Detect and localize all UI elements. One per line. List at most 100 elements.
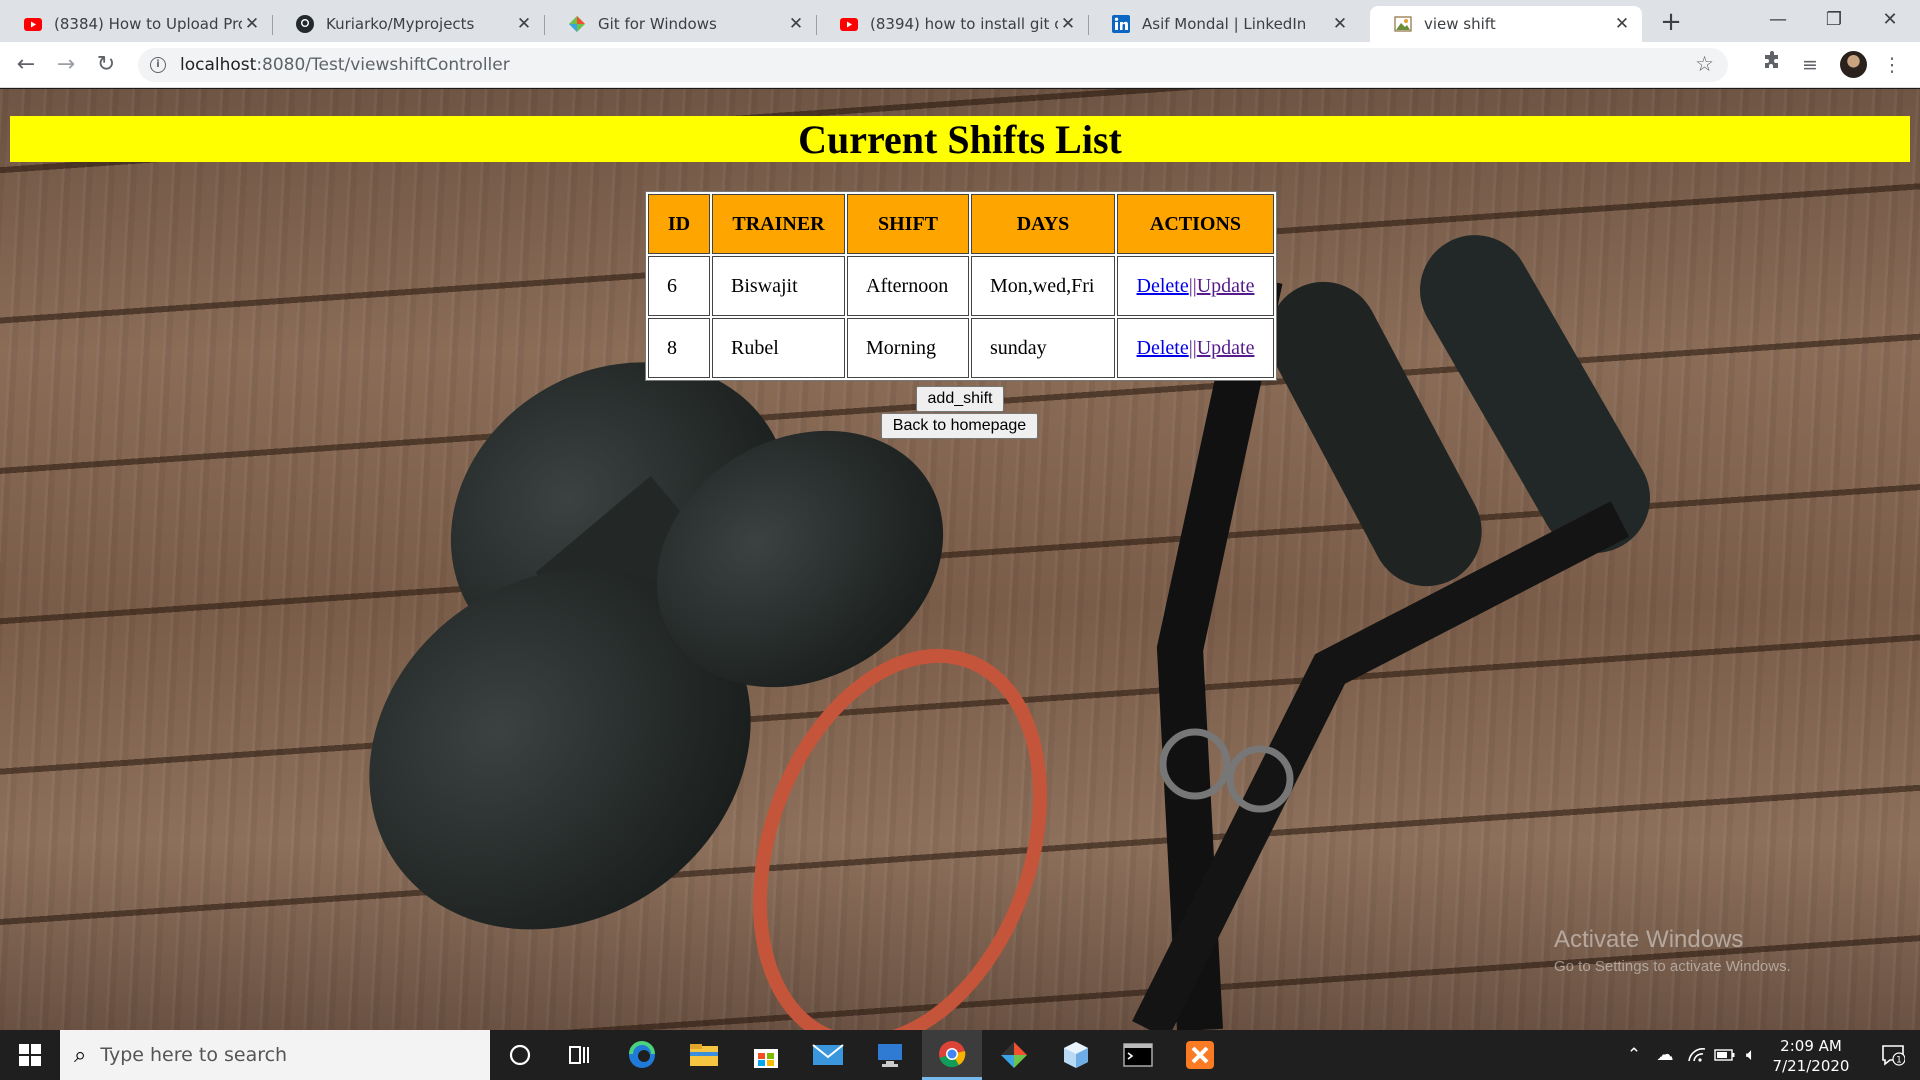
page-banner: Current Shifts List (10, 116, 1910, 162)
notification-center-icon[interactable]: 1 (1866, 1030, 1920, 1080)
table-header-row: ID TRAINER SHIFT DAYS ACTIONS (648, 194, 1274, 254)
close-tab-icon[interactable]: ✕ (1058, 14, 1078, 34)
git-icon[interactable] (984, 1030, 1044, 1080)
tab-title: Asif Mondal | LinkedIn (1142, 15, 1307, 33)
page-viewport: Current Shifts List ID TRAINER SHIFT DAY… (0, 89, 1920, 1030)
close-window-icon[interactable]: ✕ (1862, 0, 1918, 42)
browser-tab[interactable]: Kuriarko/Myprojects ✕ (272, 6, 545, 42)
browser-tab[interactable]: (8394) how to install git on w ✕ (816, 6, 1089, 42)
search-icon: ⌕ (74, 1042, 87, 1068)
browser-menu-icon[interactable]: ⋮ (1878, 51, 1906, 79)
table-row: 8 Rubel Morning sunday Delete||Update (648, 318, 1274, 378)
taskbar-search-box[interactable]: ⌕ Type here to search (60, 1030, 490, 1080)
cell-trainer: Biswajit (712, 256, 845, 316)
linkedin-icon (1112, 15, 1130, 33)
windows-start-icon[interactable] (0, 1030, 60, 1080)
cortana-icon[interactable] (490, 1030, 550, 1080)
restore-icon[interactable]: ❐ (1806, 0, 1862, 42)
microsoft-store-icon[interactable] (736, 1030, 796, 1080)
cell-shift: Morning (847, 318, 969, 378)
url-host: localhost (180, 55, 257, 75)
column-header-shift: SHIFT (847, 194, 969, 254)
activate-windows-watermark: Activate Windows Go to Settings to activ… (1554, 926, 1791, 975)
action-separator: || (1188, 336, 1197, 359)
minimize-icon[interactable]: — (1750, 0, 1806, 42)
tab-title: (8384) How to Upload Projec (54, 15, 242, 33)
tray-chevron-up-icon[interactable]: ⌃ (1622, 1030, 1646, 1080)
xampp-icon[interactable] (1170, 1030, 1230, 1080)
cell-shift: Afternoon (847, 256, 969, 316)
forward-arrow-icon[interactable]: → (52, 51, 80, 79)
search-placeholder: Type here to search (100, 1044, 288, 1066)
command-prompt-icon[interactable] (1108, 1030, 1168, 1080)
cell-id: 8 (648, 318, 710, 378)
extensions-puzzle-icon[interactable] (1758, 51, 1786, 79)
virtualbox-cube-icon[interactable] (1046, 1030, 1106, 1080)
close-tab-icon[interactable]: ✕ (786, 14, 806, 34)
tab-title: view shift (1424, 15, 1496, 33)
watermark-title: Activate Windows (1554, 926, 1744, 953)
browser-tab-strip: (8384) How to Upload Projec ✕ Kuriarko/M… (0, 0, 1920, 42)
notification-count: 1 (1896, 1056, 1902, 1066)
close-tab-icon[interactable]: ✕ (514, 14, 534, 34)
new-tab-icon[interactable]: + (1656, 8, 1686, 38)
browser-toolbar: ← → ↻ i localhost:8080/Test/viewshiftCon… (0, 42, 1920, 88)
url-path: :8080/Test/viewshiftController (256, 55, 510, 75)
task-view-icon[interactable] (550, 1030, 610, 1080)
edge-browser-icon[interactable] (612, 1030, 672, 1080)
back-arrow-icon[interactable]: ← (12, 51, 40, 79)
profile-avatar[interactable] (1840, 51, 1867, 78)
add-shift-button[interactable]: add_shift (916, 386, 1004, 412)
youtube-icon (840, 15, 858, 33)
tab-title: (8394) how to install git on w (870, 15, 1058, 33)
cell-id: 6 (648, 256, 710, 316)
browser-tab-active[interactable]: view shift ✕ (1370, 6, 1642, 42)
update-link[interactable]: Update (1197, 337, 1255, 359)
cell-actions: Delete||Update (1117, 318, 1274, 378)
close-tab-icon[interactable]: ✕ (1330, 14, 1350, 34)
remote-desktop-icon[interactable] (860, 1030, 920, 1080)
page-favicon-icon (1394, 15, 1412, 33)
browser-tab[interactable]: (8384) How to Upload Projec ✕ (0, 6, 273, 42)
close-tab-icon[interactable]: ✕ (1612, 14, 1632, 34)
cell-trainer: Rubel (712, 318, 845, 378)
action-separator: || (1188, 274, 1197, 297)
media-queue-icon[interactable]: ≡ (1796, 51, 1824, 79)
delete-link[interactable]: Delete (1137, 275, 1189, 297)
onedrive-cloud-icon[interactable]: ☁ (1652, 1030, 1678, 1080)
site-info-icon[interactable]: i (150, 57, 166, 73)
clock-time: 2:09 AM (1780, 1037, 1842, 1055)
git-for-windows-icon (568, 15, 586, 33)
reload-icon[interactable]: ↻ (92, 51, 120, 79)
mail-icon[interactable] (798, 1030, 858, 1080)
battery-icon[interactable] (1712, 1030, 1738, 1080)
cell-actions: Delete||Update (1117, 256, 1274, 316)
taskbar-clock[interactable]: 2:09 AM 7/21/2020 (1756, 1036, 1866, 1076)
column-header-actions: ACTIONS (1117, 194, 1274, 254)
cell-days: Mon,wed,Fri (971, 256, 1115, 316)
github-icon (296, 15, 314, 33)
column-header-id: ID (648, 194, 710, 254)
close-tab-icon[interactable]: ✕ (242, 14, 262, 34)
clock-date: 7/21/2020 (1772, 1057, 1850, 1075)
browser-tab[interactable]: Git for Windows ✕ (544, 6, 817, 42)
column-header-trainer: TRAINER (712, 194, 845, 254)
watermark-subtitle: Go to Settings to activate Windows. (1554, 958, 1791, 975)
delete-link[interactable]: Delete (1137, 337, 1189, 359)
browser-tab[interactable]: Asif Mondal | LinkedIn ✕ (1088, 6, 1360, 42)
url-text[interactable]: localhost:8080/Test/viewshiftController (180, 55, 510, 75)
column-header-days: DAYS (971, 194, 1115, 254)
page-title: Current Shifts List (798, 116, 1122, 162)
tab-title: Git for Windows (598, 15, 717, 33)
windows-taskbar: ⌕ Type here to search ⌃ ☁ 🔈︎ 2:09 AM 7/2… (0, 1030, 1920, 1080)
tab-title: Kuriarko/Myprojects (326, 15, 475, 33)
chrome-icon[interactable] (922, 1030, 982, 1080)
bookmark-star-icon[interactable]: ☆ (1695, 52, 1714, 76)
table-row: 6 Biswajit Afternoon Mon,wed,Fri Delete|… (648, 256, 1274, 316)
back-to-homepage-button[interactable]: Back to homepage (881, 413, 1038, 439)
youtube-icon (24, 15, 42, 33)
file-explorer-icon[interactable] (674, 1030, 734, 1080)
address-bar[interactable]: i localhost:8080/Test/viewshiftControlle… (138, 48, 1728, 82)
wifi-icon[interactable] (1684, 1030, 1710, 1080)
update-link[interactable]: Update (1197, 275, 1255, 297)
